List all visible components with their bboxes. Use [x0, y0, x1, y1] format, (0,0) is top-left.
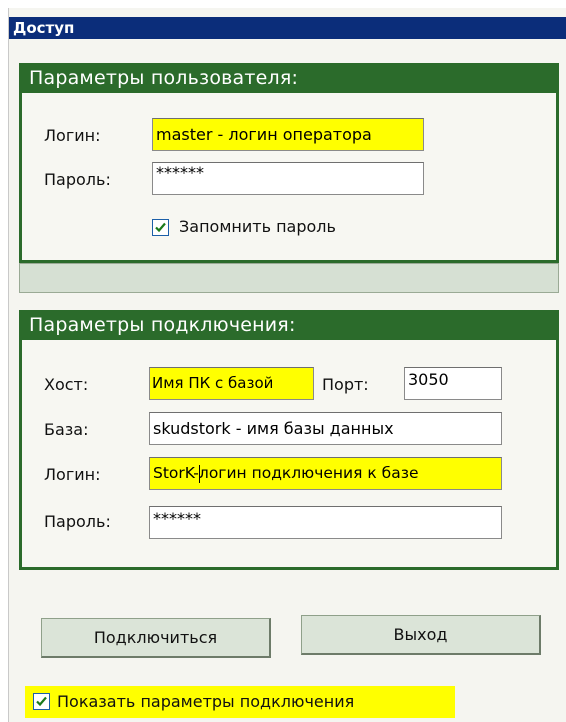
host-label: Хост:	[44, 375, 89, 394]
remember-password-checkbox[interactable]	[152, 219, 169, 236]
user-password-label: Пароль:	[44, 170, 111, 189]
port-input[interactable]: 3050	[404, 367, 502, 400]
db-value: skudstork - имя базы данных	[153, 419, 394, 438]
connection-params-header: Параметры подключения:	[19, 310, 559, 340]
connect-button[interactable]: Подключиться	[41, 618, 271, 658]
host-input[interactable]: Имя ПК с базой	[149, 367, 314, 400]
conn-password-label: Пароль:	[44, 512, 111, 531]
host-value: Имя ПК с базой	[152, 374, 274, 392]
conn-login-input[interactable]: StorK-логин подключения к базе	[149, 457, 502, 490]
db-label: База:	[44, 420, 89, 439]
user-password-value: ******	[156, 163, 204, 182]
conn-password-input[interactable]: ******	[149, 506, 502, 539]
conn-login-label: Логин:	[44, 465, 101, 484]
window-title: Доступ	[9, 17, 566, 39]
conn-password-value: ******	[153, 509, 201, 528]
section-divider	[19, 263, 559, 293]
show-params-label[interactable]: Показать параметры подключения	[57, 692, 354, 712]
user-login-value: master - логин оператора	[156, 125, 372, 144]
user-params-group: Логин: master - логин оператора Пароль: …	[19, 93, 559, 263]
user-params-header: Параметры пользователя:	[19, 63, 559, 93]
port-value: 3050	[408, 370, 449, 389]
port-label: Порт:	[322, 375, 369, 394]
connection-params-group: Хост: Имя ПК с базой Порт: 3050 База: sk…	[19, 340, 559, 570]
check-icon	[155, 222, 166, 233]
conn-login-value-start: StorK-	[153, 464, 199, 482]
db-input[interactable]: skudstork - имя базы данных	[149, 412, 502, 445]
show-params-checkbox[interactable]	[33, 693, 50, 710]
user-login-label: Логин:	[44, 126, 101, 145]
access-dialog: Доступ Параметры пользователя: Логин: ma…	[8, 8, 566, 722]
show-params-row[interactable]: Показать параметры подключения	[25, 686, 455, 718]
conn-login-value-end: логин подключения к базе	[198, 464, 419, 482]
exit-button[interactable]: Выход	[301, 615, 541, 655]
user-password-input[interactable]: ******	[152, 162, 424, 195]
remember-password-label[interactable]: Запомнить пароль	[179, 217, 336, 237]
check-icon	[36, 696, 47, 707]
user-login-input[interactable]: master - логин оператора	[152, 118, 424, 151]
